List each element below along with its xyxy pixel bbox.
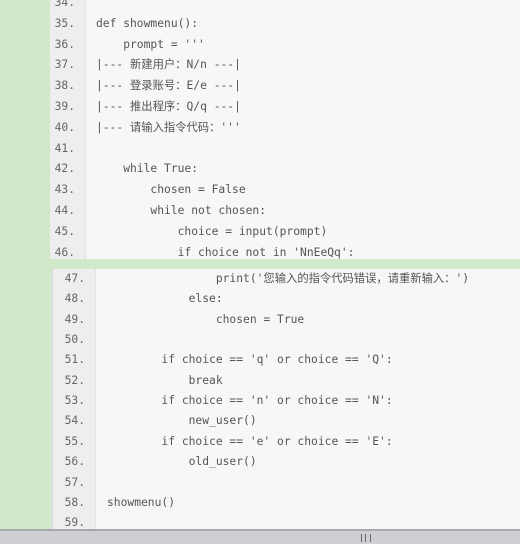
- line-number: 40.: [54, 120, 75, 134]
- code-block-bottom: 47. print('您输入的指令代码错误，请重新输入：') 48. else: 4…: [51, 269, 520, 529]
- code-text: showmenu(): [107, 495, 176, 509]
- line-number: 43.: [54, 183, 75, 197]
- code-text: chosen = True: [107, 312, 305, 326]
- scrollbar-grip-icon[interactable]: [361, 534, 371, 542]
- code-text: |--- 请输入指令代码：''': [96, 120, 241, 134]
- code-line: 59.: [53, 513, 520, 529]
- code-line: 34.: [50, 0, 520, 13]
- code-line: 48. else:: [53, 289, 520, 309]
- code-line: 36. prompt = ''': [50, 35, 520, 55]
- code-line: 57.: [53, 473, 520, 493]
- code-line: 46. if choice not in 'NnEeQq':: [50, 243, 520, 259]
- code-text: break: [107, 373, 223, 387]
- code-line: 58. showmenu(): [53, 493, 520, 513]
- code-line: 56. old_user(): [53, 452, 520, 472]
- code-line: 52. break: [53, 371, 520, 391]
- line-number: 57.: [64, 475, 85, 489]
- code-text: if choice not in 'NnEeQq':: [96, 245, 355, 259]
- code-line: 35. def showmenu():: [50, 14, 520, 34]
- code-line: 50.: [53, 330, 520, 350]
- line-number: 38.: [54, 79, 75, 93]
- code-line: 37. |--- 新建用户：N/n ---|: [50, 55, 520, 75]
- line-number: 41.: [54, 141, 75, 155]
- code-line: 45. choice = input(prompt): [50, 222, 520, 242]
- code-text: if choice == 'q' or choice == 'Q':: [107, 353, 393, 367]
- code-text: def showmenu():: [96, 16, 199, 30]
- code-text: |--- 新建用户：N/n ---|: [96, 58, 241, 72]
- line-number: 34.: [54, 0, 75, 9]
- line-number: 35.: [54, 16, 75, 30]
- code-line: 53. if choice == 'n' or choice == 'N':: [53, 391, 520, 411]
- code-line: 43. chosen = False: [50, 180, 520, 200]
- line-number: 48.: [64, 292, 85, 306]
- code-line: 47. print('您输入的指令代码错误，请重新输入：'): [53, 269, 520, 289]
- code-text: |--- 推出程序：Q/q ---|: [96, 100, 241, 113]
- code-text: if choice == 'n' or choice == 'N':: [107, 394, 393, 408]
- code-line: 44. while not chosen:: [50, 201, 520, 221]
- code-text: prompt = ''': [96, 37, 205, 51]
- code-text: new_user(): [107, 414, 257, 428]
- code-line: 41.: [50, 139, 520, 159]
- code-line: 55. if choice == 'e' or choice == 'E':: [53, 432, 520, 452]
- code-text: else:: [107, 292, 223, 306]
- code-line: 51. if choice == 'q' or choice == 'Q':: [53, 350, 520, 370]
- line-number: 44.: [54, 204, 75, 217]
- line-number: 55.: [64, 434, 85, 448]
- code-block-top: 34. 35. def showmenu(): 36. prompt = ''' 37.…: [50, 0, 520, 259]
- line-number: 47.: [64, 272, 85, 285]
- code-text: while True:: [96, 162, 199, 176]
- code-line: 40. |--- 请输入指令代码：''': [50, 118, 520, 138]
- line-number: 45.: [54, 224, 75, 238]
- line-number: 53.: [64, 394, 85, 408]
- code-line: 39. |--- 推出程序：Q/q ---|: [50, 97, 520, 117]
- code-text: choice = input(prompt): [96, 224, 328, 238]
- line-number: 54.: [64, 414, 85, 428]
- code-line: 49. chosen = True: [53, 310, 520, 330]
- line-number: 37.: [54, 58, 75, 72]
- line-number: 59.: [64, 516, 85, 529]
- line-number: 51.: [64, 353, 85, 367]
- code-text: print('您输入的指令代码错误，请重新输入：'): [107, 272, 470, 285]
- code-line: 42. while True:: [50, 159, 520, 179]
- code-line: 54. new_user(): [53, 411, 520, 431]
- code-text: |--- 登录账号：E/e ---|: [96, 79, 241, 93]
- code-line: 38. |--- 登录账号：E/e ---|: [50, 76, 520, 96]
- code-text: while not chosen:: [96, 204, 267, 217]
- line-number: 58.: [64, 495, 85, 509]
- line-number: 36.: [54, 37, 75, 51]
- line-number: 56.: [64, 455, 85, 469]
- line-number: 52.: [64, 373, 85, 387]
- code-text: chosen = False: [96, 183, 246, 197]
- line-number: 49.: [64, 312, 85, 326]
- line-number: 46.: [54, 245, 75, 259]
- line-number: 42.: [54, 162, 75, 176]
- code-text: if choice == 'e' or choice == 'E':: [107, 434, 393, 448]
- code-text: old_user(): [107, 455, 257, 469]
- line-number: 39.: [54, 100, 75, 113]
- line-number: 50.: [64, 333, 85, 347]
